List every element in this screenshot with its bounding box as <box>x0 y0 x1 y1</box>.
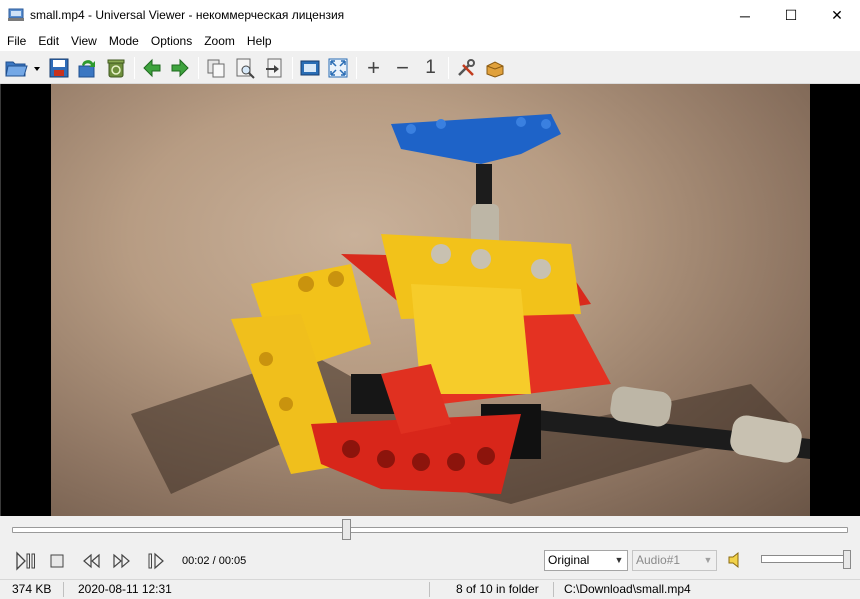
original-size-icon: 1 <box>425 56 436 78</box>
settings-button[interactable] <box>454 56 477 79</box>
toolbar-separator <box>356 57 357 79</box>
rewind-icon <box>83 553 100 569</box>
window-title: small.mp4 - Universal Viewer - некоммерч… <box>30 8 345 22</box>
recycle-icon <box>107 59 124 77</box>
status-position: 8 of 10 in folder <box>456 582 539 596</box>
menu-bar: File Edit View Mode Options Zoom Help <box>0 31 860 51</box>
original-size-button[interactable]: 1 <box>419 56 442 79</box>
zoom-mode-select[interactable]: Original ▼ <box>544 550 628 571</box>
next-frame-icon <box>148 552 164 570</box>
toolbar-separator <box>198 57 199 79</box>
previous-file-icon <box>142 58 160 77</box>
open-button[interactable] <box>4 56 42 79</box>
toolbar-separator <box>134 57 135 79</box>
fullscreen-icon <box>328 58 347 77</box>
zoom-in-button[interactable]: + <box>362 54 385 80</box>
menu-edit[interactable]: Edit <box>32 31 65 51</box>
fit-window-icon <box>300 60 319 75</box>
seek-bar[interactable] <box>12 527 848 533</box>
menu-zoom[interactable]: Zoom <box>198 31 241 51</box>
minimize-icon: ─ <box>740 7 750 24</box>
app-icon <box>8 8 24 21</box>
close-button[interactable]: ✕ <box>814 0 860 31</box>
menu-mode[interactable]: Mode <box>103 31 145 51</box>
time-display: 00:02 / 00:05 <box>182 555 247 567</box>
open-icon <box>5 61 40 76</box>
forward-button[interactable] <box>109 549 133 573</box>
status-file-size: 374 KB <box>12 582 52 596</box>
zoom-in-icon: + <box>367 54 380 80</box>
reload-button[interactable] <box>75 56 98 79</box>
plugins-button[interactable] <box>483 56 506 79</box>
minimize-button[interactable]: ─ <box>722 0 768 31</box>
forward-icon <box>113 553 130 569</box>
lego-helicopter-image <box>131 114 810 504</box>
volume-thumb[interactable] <box>843 550 851 569</box>
fit-window-button[interactable] <box>298 56 321 79</box>
recycle-button[interactable] <box>104 56 127 79</box>
status-divider <box>553 582 554 597</box>
export-button[interactable] <box>262 56 285 79</box>
toolbar-separator <box>448 57 449 79</box>
menu-options[interactable]: Options <box>145 31 198 51</box>
volume-icon[interactable] <box>727 551 745 569</box>
settings-icon <box>457 58 475 76</box>
title-bar: small.mp4 - Universal Viewer - некоммерч… <box>0 0 860 31</box>
stop-icon <box>50 554 64 568</box>
rewind-button[interactable] <box>80 549 104 573</box>
toolbar-separator <box>292 57 293 79</box>
export-icon <box>265 58 281 77</box>
zoom-out-button[interactable]: − <box>391 54 414 80</box>
status-bar: 374 KB 2020-08-11 12:31 8 of 10 in folde… <box>0 579 860 599</box>
close-icon: ✕ <box>831 7 843 23</box>
status-divider <box>63 582 64 597</box>
volume-slider[interactable] <box>761 555 851 563</box>
status-divider <box>429 582 430 597</box>
menu-view[interactable]: View <box>65 31 103 51</box>
menu-help[interactable]: Help <box>241 31 278 51</box>
next-file-icon <box>171 58 189 77</box>
menu-file[interactable]: File <box>1 31 32 51</box>
save-icon <box>49 58 68 77</box>
reload-icon <box>78 59 95 77</box>
fullscreen-button[interactable] <box>326 56 349 79</box>
audio-track-select[interactable]: Audio#1 ▼ <box>632 550 717 571</box>
previous-file-button[interactable] <box>140 56 163 79</box>
audio-track-value: Audio#1 <box>636 553 681 567</box>
toolbar: + − 1 <box>0 51 860 84</box>
status-modified: 2020-08-11 12:31 <box>78 582 172 596</box>
zoom-mode-value: Original <box>548 553 590 567</box>
plugins-icon <box>486 60 503 78</box>
stop-button[interactable] <box>45 549 69 573</box>
chevron-down-icon: ▼ <box>703 555 713 565</box>
save-button[interactable] <box>47 56 70 79</box>
maximize-button[interactable]: ☐ <box>768 0 814 31</box>
next-file-button[interactable] <box>168 56 191 79</box>
play-pause-button[interactable] <box>14 549 38 573</box>
video-area[interactable] <box>0 84 860 516</box>
find-icon <box>236 58 255 79</box>
chevron-down-icon: ▼ <box>614 555 624 565</box>
copy-icon <box>207 59 224 77</box>
find-button[interactable] <box>233 56 256 79</box>
video-frame <box>51 84 810 516</box>
seek-thumb[interactable] <box>341 519 351 540</box>
zoom-out-icon: − <box>396 54 409 80</box>
seek-row <box>0 516 860 544</box>
status-path: C:\Download\small.mp4 <box>564 582 691 596</box>
next-frame-button[interactable] <box>145 549 169 573</box>
player-controls: 00:02 / 00:05 Original ▼ Audio#1 ▼ <box>0 544 860 579</box>
play-pause-icon <box>16 551 35 571</box>
copy-button[interactable] <box>204 56 227 79</box>
maximize-icon: ☐ <box>784 7 798 23</box>
